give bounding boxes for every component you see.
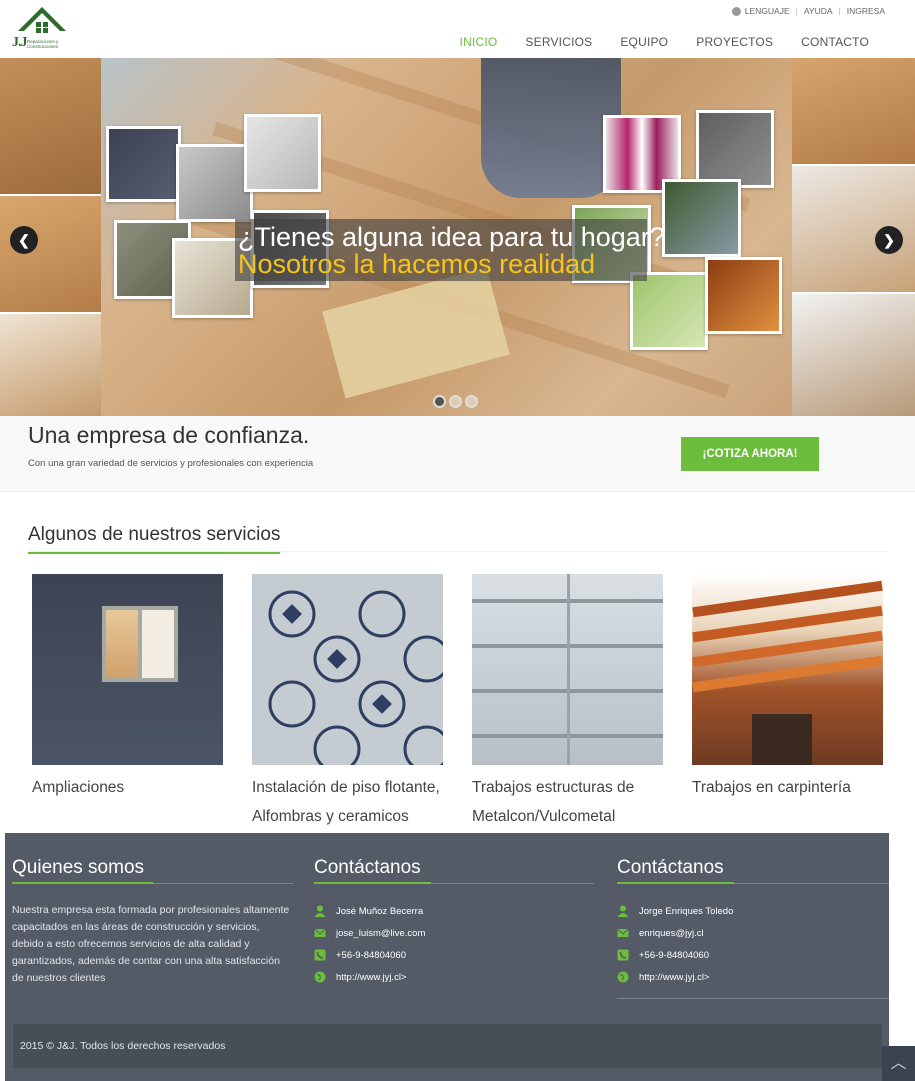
copyright-text: 2015 © J&J. Todos los derechos reservado…: [20, 1040, 226, 1052]
nav-item-proyectos[interactable]: PROYECTOS: [682, 28, 787, 61]
service-label[interactable]: Instalación de piso flotante, Alfombras …: [252, 773, 444, 831]
footer-contact-title: Contáctanos: [314, 857, 594, 884]
collage-photo: [662, 179, 741, 257]
footer-contact-title: Contáctanos: [617, 857, 889, 884]
footer-about-title: Quienes somos: [12, 857, 293, 884]
contact-name-row: José Muñoz Becerra: [314, 900, 594, 922]
service-card-metalcon[interactable]: Trabajos estructuras de Metalcon/Vulcome…: [472, 574, 664, 831]
footer-about-text: Nuestra empresa esta formada por profesi…: [12, 904, 290, 984]
collage-photo: [696, 110, 774, 188]
band-subtitle: Con una gran variedad de servicios y pro…: [28, 458, 314, 469]
chevron-left-icon[interactable]: ❮: [10, 226, 38, 254]
contact-phone-row[interactable]: +56-9-84804060: [617, 944, 889, 966]
collage-photo: [705, 257, 782, 334]
tile-pattern-icon: [268, 590, 443, 765]
service-image-carpinteria[interactable]: [692, 574, 883, 765]
band-title: Una empresa de confianza.: [28, 422, 310, 448]
contact-phone-row[interactable]: +56-9-84804060: [314, 944, 594, 966]
contact-email-row[interactable]: jose_luism@live.com: [314, 922, 594, 944]
collage-photo: [630, 272, 708, 350]
slider-dot-1[interactable]: [433, 395, 446, 408]
user-icon: [617, 905, 629, 917]
nav-item-contacto[interactable]: CONTACTO: [787, 28, 883, 61]
hero-caption-line2: Nosotros la hacemos realidad: [238, 249, 596, 279]
service-label[interactable]: Trabajos en carpintería: [692, 773, 884, 802]
contact-web-row[interactable]: http://www.jyj.cl>: [617, 966, 889, 988]
phone-icon: [314, 949, 326, 961]
service-image-metalcon[interactable]: [472, 574, 663, 765]
chevron-right-icon[interactable]: ❯: [875, 226, 903, 254]
services-heading: Algunos de nuestros servicios: [28, 524, 281, 554]
contact-web-row[interactable]: http://www.jyj.cl>: [314, 966, 594, 988]
copyright-bar: 2015 © J&J. Todos los derechos reservado…: [13, 1024, 882, 1068]
nav-item-equipo[interactable]: EQUIPO: [606, 28, 682, 61]
logo[interactable]: J.J Reparaciones y Construcciones: [12, 5, 68, 53]
collage-photo: [106, 126, 181, 202]
nav-item-inicio[interactable]: INICIO: [445, 28, 512, 61]
language-link[interactable]: LENGUAJE: [745, 6, 790, 16]
page: J.J Reparaciones y Construcciones LENGUA…: [0, 0, 915, 1081]
collage-photo: [176, 144, 253, 222]
service-label[interactable]: Ampliaciones: [32, 773, 224, 802]
collage-photo: [244, 114, 321, 192]
envelope-icon: [617, 927, 629, 939]
envelope-icon: [314, 927, 326, 939]
site-header: J.J Reparaciones y Construcciones LENGUA…: [0, 0, 915, 61]
logo-letters: J.J: [12, 35, 27, 50]
service-card-carpinteria[interactable]: Trabajos en carpintería: [692, 574, 884, 802]
services-heading-wrap: Algunos de nuestros servicios: [28, 524, 888, 554]
hero-slider: ¿Tienes alguna idea para tu hogar? Nosot…: [0, 58, 915, 416]
logo-tagline: Reparaciones y Construcciones: [27, 39, 59, 49]
slider-dot-3[interactable]: [465, 395, 478, 408]
contact-email-row[interactable]: enriques@jyj.cl: [617, 922, 889, 944]
contact-name-row: Jorge Enriques Toledo: [617, 900, 889, 922]
footer-contact-2: Contáctanos Jorge Enriques Toledo enriqu…: [617, 857, 889, 999]
top-utility-bar: LENGUAJE | AYUDA | INGRESA: [731, 6, 885, 16]
slider-dots: [433, 395, 478, 408]
service-image-piso[interactable]: [252, 574, 443, 765]
login-link[interactable]: INGRESA: [847, 6, 885, 16]
service-image-ampliaciones[interactable]: [32, 574, 223, 765]
globe-icon: [314, 971, 326, 983]
footer-about: Quienes somos Nuestra empresa esta forma…: [12, 857, 293, 987]
globe-icon: [617, 971, 629, 983]
main-nav: INICIO SERVICIOS EQUIPO PROYECTOS CONTAC…: [445, 28, 883, 61]
nav-item-servicios[interactable]: SERVICIOS: [511, 28, 606, 61]
help-link[interactable]: AYUDA: [804, 6, 833, 16]
chevron-up-icon[interactable]: ︿: [882, 1046, 915, 1081]
service-label[interactable]: Trabajos estructuras de Metalcon/Vulcome…: [472, 773, 664, 831]
globe-icon: [731, 6, 741, 16]
service-card-piso[interactable]: Instalación de piso flotante, Alfombras …: [252, 574, 444, 831]
slider-dot-2[interactable]: [449, 395, 462, 408]
service-card-ampliaciones[interactable]: Ampliaciones: [32, 574, 224, 802]
trust-band: Una empresa de confianza. Con una gran v…: [0, 416, 915, 492]
user-icon: [314, 905, 326, 917]
phone-icon: [617, 949, 629, 961]
site-footer: Quienes somos Nuestra empresa esta forma…: [5, 833, 889, 1081]
footer-contact-1: Contáctanos José Muñoz Becerra jose_luis…: [314, 857, 594, 988]
quote-now-button[interactable]: ¡COTIZA AHORA!: [681, 437, 819, 471]
